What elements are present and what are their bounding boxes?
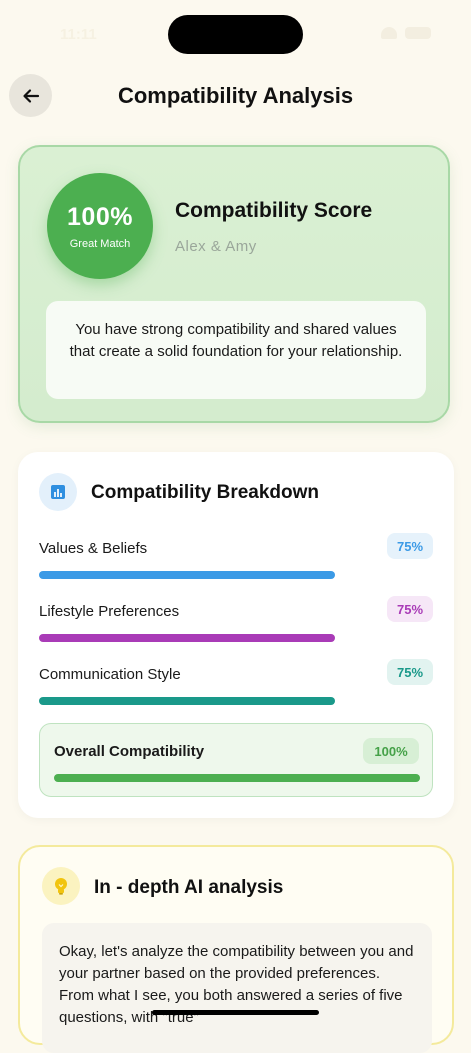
compatibility-score-card: 100% Great Match Compatibility Score Ale…: [18, 145, 450, 423]
metric-badge: 75%: [387, 533, 433, 559]
ai-analysis-title: In - depth AI analysis: [94, 877, 284, 898]
overall-label: Overall Compatibility: [54, 743, 205, 760]
overall-progress-track: [54, 774, 420, 782]
metric-progress-fill: [39, 571, 335, 579]
score-percent: 100%: [67, 202, 133, 231]
metric-progress-track: [39, 697, 433, 705]
metric-badge: 75%: [387, 596, 433, 622]
compatibility-breakdown-card: Compatibility Breakdown Values & Beliefs…: [18, 452, 454, 818]
metric-progress-track: [39, 634, 433, 642]
score-title: Compatibility Score: [175, 199, 373, 222]
battery-icon: [405, 27, 431, 39]
score-description: You have strong compatibility and shared…: [46, 301, 426, 399]
overall-compatibility: Overall Compatibility 100%: [39, 723, 433, 797]
page-title: Compatibility Analysis: [117, 83, 354, 108]
metric-label: Values & Beliefs: [39, 540, 148, 557]
home-indicator: [152, 1010, 319, 1015]
metric-badge: 75%: [387, 659, 433, 685]
overall-badge: 100%: [363, 738, 419, 764]
wifi-icon: [381, 27, 397, 39]
breakdown-title: Compatibility Breakdown: [91, 482, 320, 503]
ai-analysis-card: In - depth AI analysis Okay, let's analy…: [18, 845, 454, 1053]
overall-progress-fill: [54, 774, 420, 782]
metric-progress-fill: [39, 634, 335, 642]
score-circle: 100% Great Match: [47, 173, 153, 279]
dynamic-island: [168, 15, 303, 54]
match-label: Great Match: [69, 237, 131, 250]
ai-analysis-text: Okay, let's analyze the compatibility be…: [42, 923, 432, 1053]
metric-label: Lifestyle Preferences: [39, 603, 180, 620]
metric-progress-fill: [39, 697, 335, 705]
lightbulb-icon: [42, 867, 80, 905]
status-time: 11:11: [60, 26, 97, 43]
metric-progress-track: [39, 571, 433, 579]
chart-icon: [39, 473, 77, 511]
metric-label: Communication Style: [39, 666, 181, 683]
couple-names: Alex & Amy: [175, 238, 257, 255]
status-icons: [381, 27, 431, 39]
